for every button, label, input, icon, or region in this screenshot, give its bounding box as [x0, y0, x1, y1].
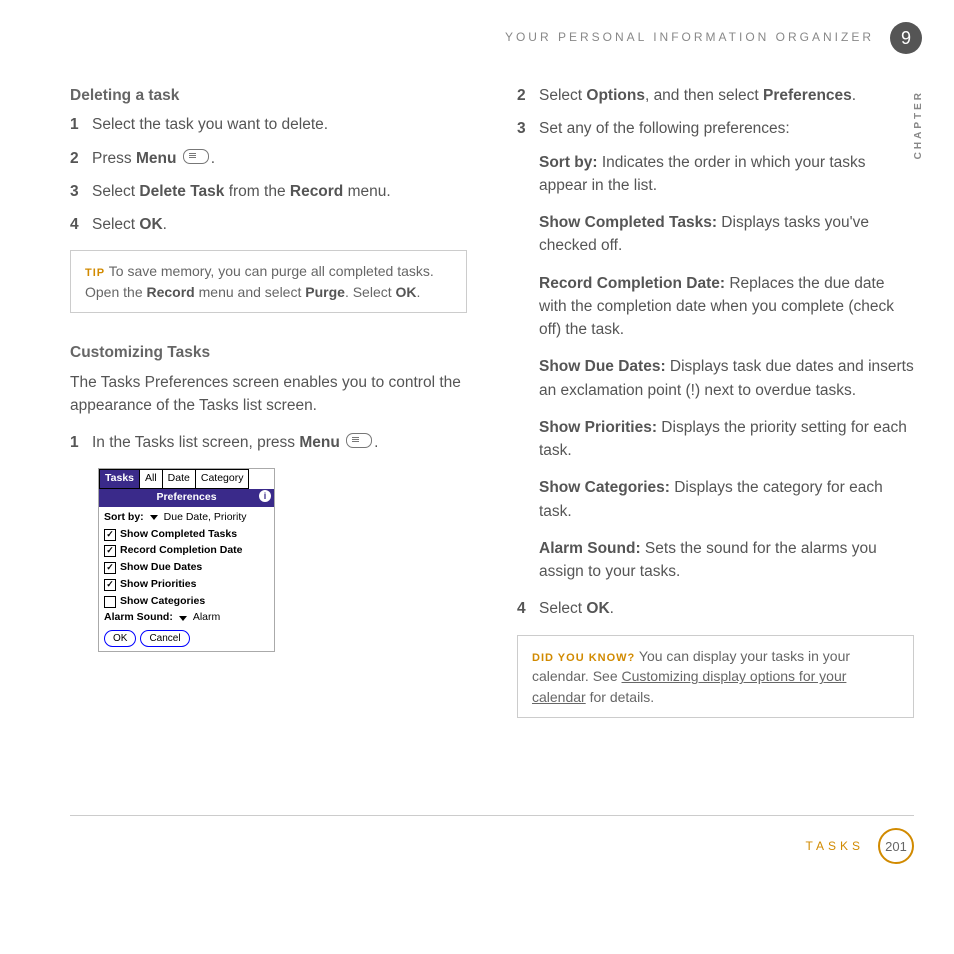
chapter-number-badge: 9 — [890, 22, 922, 54]
checkbox-show-priorities[interactable]: ✓Show Priorities — [104, 577, 269, 593]
pref-sort-by: Sort by: Indicates the order in which yo… — [539, 151, 914, 198]
right-column: 2 Select Options, and then select Prefer… — [517, 84, 914, 746]
tab-date[interactable]: Date — [163, 469, 196, 489]
preferences-screenshot: Tasks All Date Category Preferences i So… — [98, 468, 275, 652]
chapter-label-vertical: CHAPTER — [913, 90, 924, 159]
pref-show-priorities: Show Priorities: Displays the priority s… — [539, 416, 914, 463]
step-4: 4 Select OK. — [70, 213, 467, 236]
customize-step-3: 3 Set any of the following preferences: — [517, 117, 914, 140]
customize-step-4: 4 Select OK. — [517, 597, 914, 620]
tip-label: TIP — [85, 267, 105, 279]
info-icon[interactable]: i — [259, 490, 271, 502]
checkbox-record-completion[interactable]: ✓Record Completion Date — [104, 543, 269, 559]
ok-button[interactable]: OK — [104, 630, 136, 647]
tip-box: TIP To save memory, you can purge all co… — [70, 250, 467, 313]
cancel-button[interactable]: Cancel — [140, 630, 189, 647]
tab-all[interactable]: All — [140, 469, 163, 489]
dialog-title: Preferences i — [99, 489, 274, 507]
pref-show-due-dates: Show Due Dates: Displays task due dates … — [539, 355, 914, 402]
sort-by-row[interactable]: Sort by: Due Date, Priority — [104, 510, 269, 526]
pref-alarm-sound: Alarm Sound: Sets the sound for the alar… — [539, 537, 914, 584]
checkbox-show-completed[interactable]: ✓Show Completed Tasks — [104, 527, 269, 543]
checkbox-show-due-dates[interactable]: ✓Show Due Dates — [104, 560, 269, 576]
intro-paragraph: The Tasks Preferences screen enables you… — [70, 371, 467, 418]
page-footer: TASKS 201 — [70, 815, 914, 864]
did-you-know-box: DID YOU KNOW? You can display your tasks… — [517, 635, 914, 719]
menu-icon — [346, 433, 372, 448]
tab-category[interactable]: Category — [196, 469, 250, 489]
step-3: 3 Select Delete Task from the Record men… — [70, 180, 467, 203]
header-title: YOUR PERSONAL INFORMATION ORGANIZER — [505, 30, 874, 44]
dropdown-icon — [150, 515, 158, 520]
tab-tasks[interactable]: Tasks — [99, 469, 140, 489]
customize-step-1: 1 In the Tasks list screen, press Menu . — [70, 431, 467, 454]
customize-step-2: 2 Select Options, and then select Prefer… — [517, 84, 914, 107]
pref-record-completion: Record Completion Date: Replaces the due… — [539, 272, 914, 342]
alarm-sound-row[interactable]: Alarm Sound: Alarm — [104, 610, 269, 626]
footer-section: TASKS — [806, 839, 864, 853]
page-number-badge: 201 — [878, 828, 914, 864]
page-header: YOUR PERSONAL INFORMATION ORGANIZER 9 — [70, 30, 914, 44]
pref-show-completed: Show Completed Tasks: Displays tasks you… — [539, 211, 914, 258]
step-2: 2 Press Menu . — [70, 147, 467, 170]
dropdown-icon — [179, 616, 187, 621]
checkbox-show-categories[interactable]: Show Categories — [104, 594, 269, 610]
pref-show-categories: Show Categories: Displays the category f… — [539, 476, 914, 523]
menu-icon — [183, 149, 209, 164]
left-column: Deleting a task 1 Select the task you wa… — [70, 84, 467, 746]
heading-customizing-tasks: Customizing Tasks — [70, 341, 467, 364]
step-1: 1 Select the task you want to delete. — [70, 113, 467, 136]
dyk-label: DID YOU KNOW? — [532, 652, 635, 664]
heading-deleting-task: Deleting a task — [70, 84, 467, 107]
